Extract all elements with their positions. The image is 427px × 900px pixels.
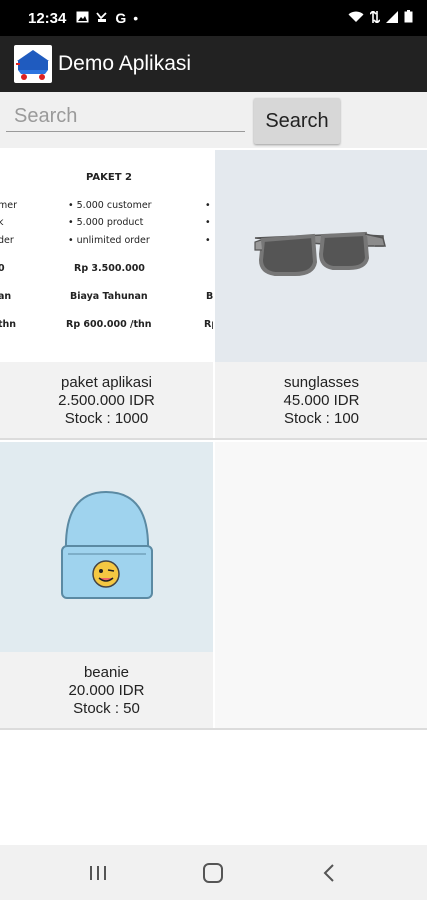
row-divider <box>0 728 427 730</box>
product-image-paket: PAKET 2 mer k der • 5.000 customer • 5.0… <box>0 150 213 362</box>
product-name: sunglasses <box>283 374 360 391</box>
product-price: 45.000 IDR <box>283 392 360 409</box>
paket-heading: PAKET 2 <box>86 172 132 183</box>
paket-left-line-3: der <box>0 235 14 246</box>
paket-right-bullet-2: • <box>205 217 211 228</box>
row-divider <box>0 438 427 440</box>
paket-left-line-2: k <box>0 217 4 228</box>
status-bar: 12:34 G • <box>0 0 427 36</box>
paket-bullet-2: • 5.000 product <box>68 217 144 228</box>
home-icon[interactable] <box>188 853 238 893</box>
status-time: 12:34 <box>28 9 67 27</box>
paket-right-fee: Rp <box>204 319 213 330</box>
product-image-beanie <box>0 442 213 652</box>
paket-left-price: 0 <box>0 263 5 274</box>
app-bar: Demo Aplikasi <box>0 36 427 92</box>
data-icon <box>369 9 381 27</box>
empty-grid-cell <box>215 442 427 728</box>
recent-apps-icon[interactable] <box>73 853 123 893</box>
wifi-icon <box>348 10 364 27</box>
paket-right-bullet-3: • <box>205 235 211 246</box>
back-icon[interactable] <box>304 853 354 893</box>
product-stock: Stock : 100 <box>283 410 360 427</box>
navigation-bar <box>0 845 427 900</box>
battery-icon <box>404 9 413 27</box>
paket-annual-label: Biaya Tahunan <box>70 291 148 302</box>
product-card-sunglasses[interactable]: sunglasses 45.000 IDR Stock : 100 <box>215 150 427 438</box>
paket-left-line-1: mer <box>0 200 18 211</box>
search-row: Search <box>0 92 427 148</box>
product-info: beanie 20.000 IDR Stock : 50 <box>0 652 213 718</box>
product-name: beanie <box>83 664 130 681</box>
product-card-paket-aplikasi[interactable]: PAKET 2 mer k der • 5.000 customer • 5.0… <box>0 150 213 438</box>
image-icon <box>76 11 89 26</box>
product-info: sunglasses 45.000 IDR Stock : 100 <box>215 362 427 428</box>
paket-bullet-1: • 5.000 customer <box>68 200 152 211</box>
paket-left-annual: an <box>0 291 12 302</box>
paket-bullet-3: • unlimited order <box>68 235 150 246</box>
app-title: Demo Aplikasi <box>58 52 192 75</box>
product-name: paket aplikasi <box>61 374 152 391</box>
product-card-beanie[interactable]: beanie 20.000 IDR Stock : 50 <box>0 442 213 728</box>
product-price: 20.000 IDR <box>68 682 145 699</box>
missed-call-icon <box>96 11 108 26</box>
shopping-cart-logo-icon <box>14 45 52 83</box>
paket-pricing-image: PAKET 2 mer k der • 5.000 customer • 5.0… <box>0 150 213 362</box>
product-price: 2.500.000 IDR <box>58 392 155 409</box>
product-info: paket aplikasi 2.500.000 IDR Stock : 100… <box>0 362 213 428</box>
product-stock: Stock : 1000 <box>64 410 149 427</box>
dot-icon: • <box>133 10 139 26</box>
paket-right-annual: B <box>206 291 213 302</box>
paket-right-bullet-1: • <box>205 200 211 211</box>
paket-left-fee: thn <box>0 319 17 330</box>
sunglasses-icon <box>254 231 386 276</box>
paket-annual-fee: Rp 600.000 /thn <box>66 319 152 330</box>
beanie-icon <box>61 490 153 599</box>
product-image-sunglasses <box>215 150 427 362</box>
search-input[interactable] <box>6 102 245 132</box>
product-stock: Stock : 50 <box>73 700 140 717</box>
signal-icon <box>386 10 398 27</box>
google-g-icon: G <box>115 10 127 26</box>
search-button[interactable]: Search <box>254 98 340 144</box>
paket-price: Rp 3.500.000 <box>74 263 145 274</box>
